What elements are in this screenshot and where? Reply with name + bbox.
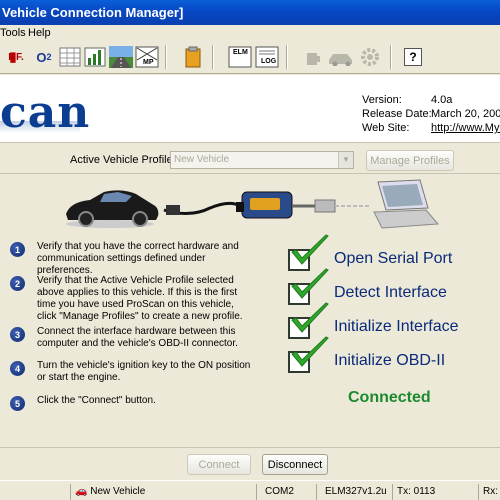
elm-interface-image xyxy=(236,191,293,219)
laptop-image xyxy=(373,179,440,229)
check-label-initialize-interface: Initialize Interface xyxy=(334,318,459,335)
mp-button[interactable]: MP xyxy=(134,44,160,70)
graph-button[interactable] xyxy=(82,44,108,70)
checkmark-icon xyxy=(291,268,329,299)
connection-illustration xyxy=(66,179,440,229)
engine-icon xyxy=(307,53,320,65)
connection-status: Connected xyxy=(348,389,431,406)
manage-profiles-button[interactable]: Manage Profiles xyxy=(366,150,454,171)
check-label-detect-interface: Detect Interface xyxy=(334,284,447,301)
disconnect-button[interactable]: Disconnect xyxy=(262,454,328,475)
road-icon xyxy=(109,46,133,68)
step-text-1: Verify that you have the correct hardwar… xyxy=(37,241,239,276)
car-icon: 🚗 xyxy=(75,486,88,497)
table-view-button[interactable] xyxy=(57,44,83,70)
menu-tools[interactable]: Tools xyxy=(0,27,26,39)
profile-select[interactable]: New Vehicle ▼ xyxy=(170,151,354,169)
status-interface-value: ELM327v1.2u xyxy=(325,486,387,497)
step-number-4: 4 xyxy=(10,361,25,376)
status-vehicle-name: New Vehicle xyxy=(90,486,146,497)
engine-button[interactable] xyxy=(300,44,326,70)
toolbar: ▮ F.F. O2 MP ELM LOG ? xyxy=(0,41,500,74)
version-label: Version: xyxy=(362,94,402,106)
log-label: LOG xyxy=(261,58,277,65)
log-button[interactable]: LOG xyxy=(254,44,280,70)
road-test-button[interactable] xyxy=(108,44,134,70)
car-image xyxy=(66,190,159,228)
serial-connector xyxy=(314,199,336,213)
obd-connector xyxy=(166,205,180,215)
step-text-4: Turn the vehicle's ignition key to the O… xyxy=(37,360,251,383)
toolbar-separator xyxy=(212,45,214,69)
status-tx-value: Tx: 0113 xyxy=(397,486,436,497)
elm-label: ELM xyxy=(233,49,248,56)
elm-terminal-button[interactable]: ELM xyxy=(227,44,253,70)
profile-selected-value: New Vehicle xyxy=(174,154,230,165)
table-icon xyxy=(59,47,81,67)
checkmark-icon xyxy=(291,302,329,333)
check-label-open-serial-port: Open Serial Port xyxy=(334,250,453,267)
checkmark-icon xyxy=(291,234,329,265)
status-rx-value: Rx: 4 xyxy=(483,486,500,497)
o2-label: O xyxy=(36,49,47,65)
status-tx: Tx: 0113 xyxy=(392,484,478,500)
app-header: can Version: 4.0a Release Date: March 20… xyxy=(0,75,500,143)
toolbar-separator xyxy=(390,45,392,69)
action-bar: Connect Disconnect xyxy=(0,447,500,477)
menu-bar: Tools Help xyxy=(0,25,500,41)
o2-subscript: 2 xyxy=(46,52,52,62)
step-number-5: 5 xyxy=(10,396,25,411)
check-label-initialize-obd: Initialize OBD-II xyxy=(334,352,446,369)
status-interface: ELM327v1.2u xyxy=(316,484,392,500)
freeze-frame-button[interactable]: F.F. xyxy=(4,44,28,70)
status-cell-blank xyxy=(0,484,70,500)
step-number-3: 3 xyxy=(10,327,25,342)
status-port: COM2 xyxy=(256,484,316,500)
release-date-value: March 20, 2006 xyxy=(431,108,500,120)
bar-graph-icon xyxy=(84,47,106,67)
disconnect-label: Disconnect xyxy=(267,458,323,471)
mp-label: MP xyxy=(143,59,154,66)
chevron-down-icon[interactable]: ▼ xyxy=(338,152,353,168)
website-label: Web Site: xyxy=(362,122,410,134)
clipboard-button[interactable] xyxy=(180,44,206,70)
toolbar-separator xyxy=(165,45,167,69)
status-bar: 🚗 New Vehicle COM2 ELM327v1.2u Tx: 0113 … xyxy=(0,480,500,500)
release-date-label: Release Date: xyxy=(362,108,432,120)
step-number-2: 2 xyxy=(10,276,25,291)
help-button[interactable]: ? xyxy=(400,44,426,70)
status-rx: Rx: 4 xyxy=(478,484,500,500)
toolbar-separator xyxy=(286,45,288,69)
settings-button[interactable] xyxy=(357,44,383,70)
connect-label: Connect xyxy=(198,458,240,471)
step-text-5: Click the "Connect" button. xyxy=(37,395,156,406)
status-port-value: COM2 xyxy=(265,486,294,497)
version-value: 4.0a xyxy=(431,94,453,106)
profile-row: Active Vehicle Profile: New Vehicle ▼ Ma… xyxy=(0,144,500,174)
freeze-frame-label: F.F. xyxy=(8,51,24,63)
logo-reflection xyxy=(0,121,80,133)
profile-label: Active Vehicle Profile: xyxy=(70,154,176,166)
window-title: Vehicle Connection Manager] xyxy=(2,5,184,20)
connect-button[interactable]: Connect xyxy=(187,454,251,475)
manage-profiles-label: Manage Profiles xyxy=(370,154,450,167)
step-number-1: 1 xyxy=(10,242,25,257)
gear-icon xyxy=(361,48,379,66)
menu-help[interactable]: Help xyxy=(28,27,51,39)
window-title-bar[interactable]: Vehicle Connection Manager] xyxy=(0,0,500,25)
checkmark-icon xyxy=(291,336,329,367)
website-link[interactable]: http://www.MyS xyxy=(431,122,500,134)
status-vehicle: 🚗 New Vehicle xyxy=(70,484,256,500)
help-icon: ? xyxy=(404,48,422,66)
vehicle-button[interactable] xyxy=(326,44,356,70)
clipboard-icon xyxy=(185,46,201,68)
car-icon xyxy=(329,54,352,66)
step-text-3: Connect the interface hardware between t… xyxy=(37,326,238,349)
step-text-2: Verify that the Active Vehicle Profile s… xyxy=(37,275,243,322)
o2-sensor-button[interactable]: O2 xyxy=(31,44,57,70)
